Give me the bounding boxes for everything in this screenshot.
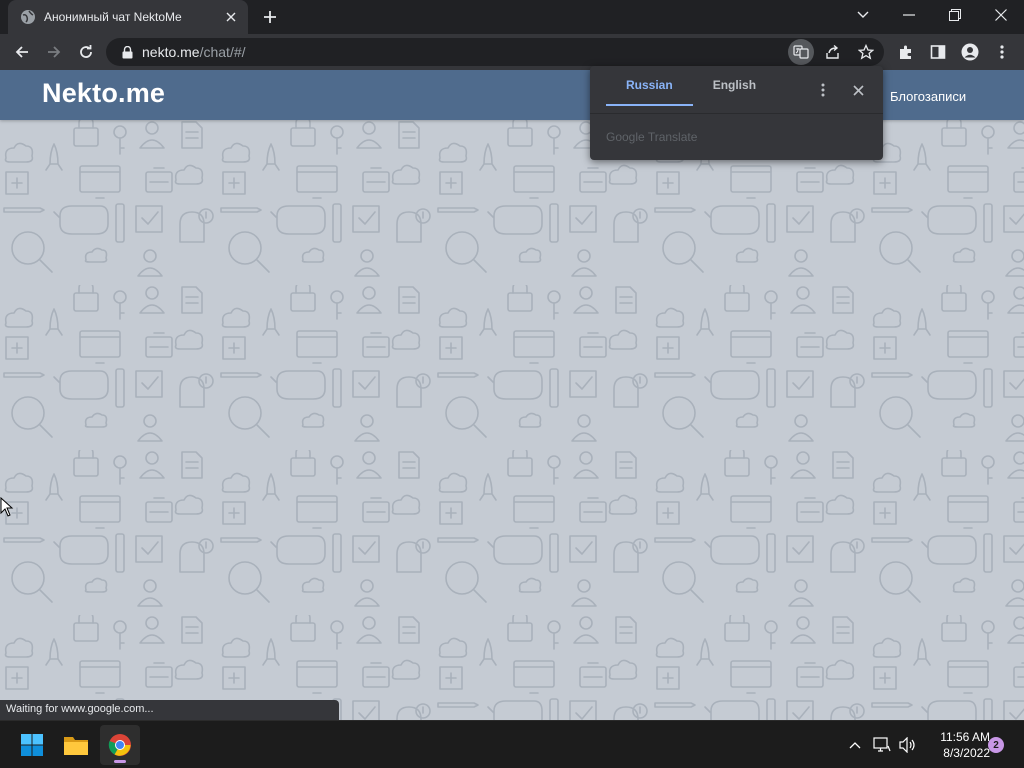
plus-icon [264, 11, 276, 23]
reload-icon [80, 45, 92, 58]
site-logo[interactable]: Nekto.me [42, 78, 165, 109]
google-translate-brand: Google Translate [606, 130, 698, 144]
start-button[interactable] [12, 725, 52, 765]
volume-icon[interactable] [898, 735, 918, 755]
tab-title: Анонимный чат NektoMe [44, 10, 182, 24]
translate-close-icon[interactable] [848, 80, 868, 100]
restore-button[interactable] [932, 0, 978, 30]
forward-button[interactable] [40, 38, 68, 66]
translate-divider [590, 113, 883, 114]
folder-icon [64, 737, 88, 755]
minimize-button[interactable] [886, 0, 932, 30]
chevron-up-icon [849, 742, 861, 749]
browser-toolbar: nekto.me/chat/#/ [0, 34, 1024, 70]
url-path: /chat/#/ [199, 44, 246, 60]
globe-icon [20, 9, 36, 25]
back-button[interactable] [8, 38, 36, 66]
translate-options-icon[interactable] [814, 80, 832, 100]
windows-taskbar: 11:56 AM 8/3/2022 2 [0, 720, 1024, 768]
tab-strip: Анонимный чат NektoMe [0, 0, 1024, 34]
network-icon[interactable] [872, 735, 892, 755]
chevron-down-icon [857, 11, 869, 18]
active-app-indicator [114, 760, 126, 763]
translate-language-tabs: Russian English [606, 66, 776, 106]
share-icon[interactable] [820, 39, 846, 65]
side-panel-icon [930, 45, 946, 59]
tab-search-button[interactable] [840, 0, 886, 30]
kebab-menu-icon [1000, 45, 1004, 59]
show-hidden-icons-button[interactable] [845, 735, 865, 755]
clock-date: 8/3/2022 [943, 746, 990, 760]
menu-button[interactable] [988, 38, 1016, 66]
profile-button[interactable] [956, 38, 984, 66]
url-host: nekto.me [142, 44, 200, 60]
translate-popup: Russian English Google Translate [590, 66, 883, 160]
address-bar[interactable]: nekto.me/chat/#/ [106, 38, 884, 66]
close-window-button[interactable] [978, 0, 1024, 30]
tab-russian[interactable]: Russian [606, 66, 693, 106]
background-doodle-pattern [0, 120, 1024, 720]
side-panel-button[interactable] [924, 38, 952, 66]
nav-link-blog[interactable]: Блогозаписи [890, 89, 966, 104]
restore-icon [949, 9, 961, 21]
arrow-right-icon [48, 46, 61, 58]
star-icon[interactable] [853, 39, 879, 65]
tab-english[interactable]: English [693, 66, 776, 106]
minimize-icon [903, 14, 915, 16]
avatar-icon [961, 43, 979, 61]
arrow-left-icon [15, 46, 28, 58]
translate-icon[interactable] [788, 39, 814, 65]
windows-logo-icon [21, 734, 43, 756]
status-bubble: Waiting for www.google.com... [0, 700, 339, 720]
reload-button[interactable] [72, 38, 100, 66]
notification-badge[interactable]: 2 [988, 737, 1004, 753]
mouse-cursor-icon [0, 496, 14, 517]
browser-tab[interactable]: Анонимный чат NektoMe [8, 0, 248, 34]
system-clock[interactable]: 11:56 AM 8/3/2022 [924, 729, 990, 761]
extensions-button[interactable] [892, 38, 920, 66]
close-icon [995, 9, 1007, 21]
clock-time: 11:56 AM [940, 730, 990, 744]
page-viewport: Nekto.me Блогозаписи [0, 70, 1024, 720]
file-explorer-button[interactable] [56, 725, 96, 765]
tab-close-icon[interactable] [222, 8, 240, 26]
chrome-taskbar-button[interactable] [100, 725, 140, 765]
new-tab-button[interactable] [258, 6, 282, 28]
puzzle-icon [900, 45, 911, 59]
lock-icon[interactable] [120, 45, 134, 59]
chrome-icon [108, 734, 131, 756]
